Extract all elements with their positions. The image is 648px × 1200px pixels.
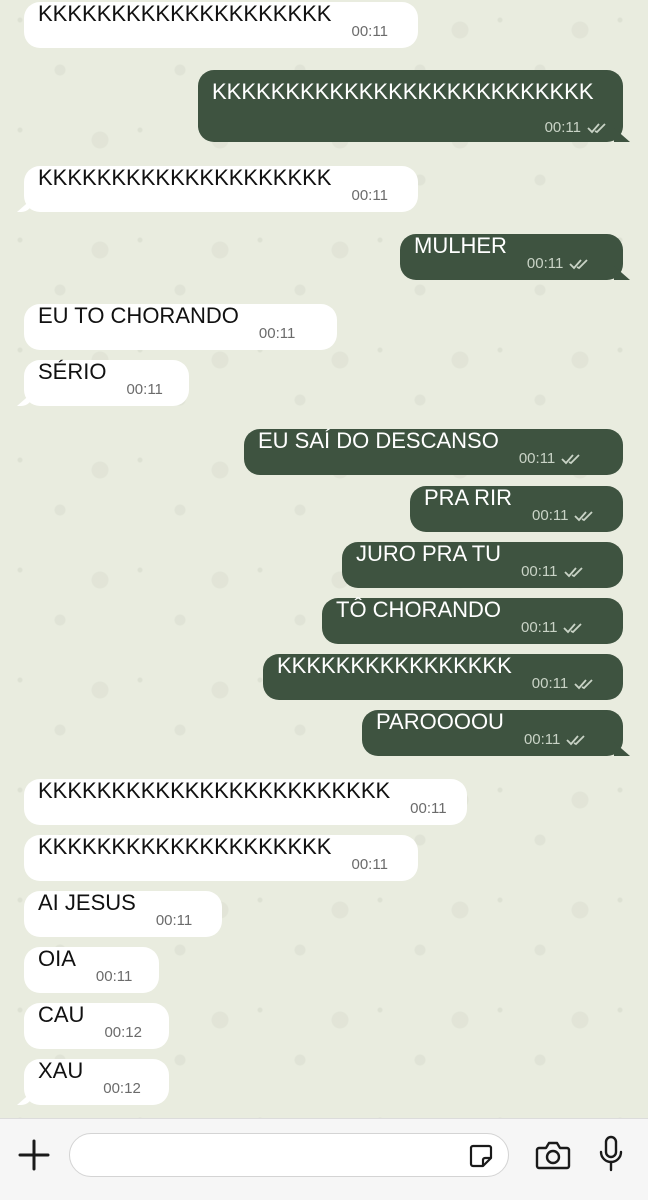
double-check-icon [563,622,583,633]
double-check-icon [574,678,593,689]
message-text: KKKKKKKKKKKKKKKKKKKK [38,834,332,859]
message-time: 00:11 [258,325,296,342]
message-time: 00:11 [532,507,569,524]
double-check-icon [566,734,586,745]
message-outgoing[interactable]: PRA RIR 00:11 [410,486,623,532]
message-outgoing[interactable]: EU SAÍ DO DESCANSO 00:11 [244,429,623,475]
message-text: CAU [38,1002,85,1027]
message-text: SÉRIO [38,359,107,384]
message-text: KKKKKKKKKKKKKKKKKKKKKKKK [38,778,391,803]
message-outgoing[interactable]: KKKKKKKKKKKKKKKK 00:11 [263,654,623,700]
message-text: JURO PRA TU [356,541,502,566]
message-outgoing[interactable]: JURO PRA TU 00:11 [342,542,623,588]
microphone-icon[interactable] [598,1135,624,1173]
message-incoming[interactable]: KKKKKKKKKKKKKKKKKKKK 00:11 [24,166,418,212]
message-time: 00:11 [155,912,193,929]
message-text: EU TO CHORANDO [38,303,239,328]
message-time: 00:12 [103,1080,141,1097]
message-time: 00:11 [518,450,556,467]
message-time: 00:12 [104,1024,142,1041]
message-incoming[interactable]: KKKKKKKKKKKKKKKKKKKK 00:11 [24,2,418,48]
message-text: KKKKKKKKKKKKKKKK [277,653,512,678]
message-incoming[interactable]: KKKKKKKKKKKKKKKKKKKKKKKK 00:11 [24,779,467,825]
message-time: 00:11 [521,563,558,580]
message-text: KKKKKKKKKKKKKKKKKKKK [38,1,332,26]
message-outgoing[interactable]: TÔ CHORANDO 00:11 [322,598,623,644]
message-outgoing[interactable]: KKKKKKKKKKKKKKKKKKKKKKKKKK 00:11 [198,70,623,142]
message-time: 00:11 [126,381,163,398]
message-text: KKKKKKKKKKKKKKKKKKKK [38,165,332,190]
composer-bar [0,1118,648,1200]
message-text: OIA [38,946,76,971]
message-time: 00:11 [544,119,581,136]
double-check-icon [569,258,588,269]
sticker-icon[interactable] [468,1143,494,1169]
camera-icon[interactable] [535,1139,571,1171]
message-time: 00:11 [351,23,388,40]
chat-area: KKKKKKKKKKKKKKKKKKKK 00:11 KKKKKKKKKKKKK… [0,0,648,1118]
message-text: PRA RIR [424,485,513,510]
message-input[interactable] [86,1134,460,1178]
message-time: 00:11 [351,187,388,204]
message-outgoing[interactable]: PAROOOOU 00:11 [362,710,623,756]
message-time: 00:11 [531,675,569,692]
message-incoming[interactable]: EU TO CHORANDO 00:11 [24,304,337,350]
plus-icon[interactable] [16,1137,52,1173]
double-check-icon [563,566,583,577]
message-incoming[interactable]: SÉRIO 00:11 [24,360,189,406]
message-time: 00:11 [95,968,133,985]
message-text: PAROOOOU [376,709,504,734]
message-incoming[interactable]: KKKKKKKKKKKKKKKKKKKK 00:11 [24,835,418,881]
message-text: MULHER [414,233,507,258]
double-check-icon [561,453,580,464]
message-time: 00:11 [351,856,388,873]
message-text: AI JESUS [38,890,136,915]
message-time: 00:11 [410,800,447,817]
message-text: KKKKKKKKKKKKKKKKKKKKKKKKKK [212,79,594,104]
message-text: EU SAÍ DO DESCANSO [258,428,499,453]
message-time: 00:11 [523,731,561,748]
double-check-icon [574,510,594,521]
message-text: TÔ CHORANDO [336,597,501,622]
message-text: XAU [38,1058,84,1083]
message-input-box[interactable] [69,1133,509,1178]
message-incoming[interactable]: XAU 00:12 [24,1059,169,1105]
message-incoming[interactable]: CAU 00:12 [24,1003,169,1049]
message-outgoing[interactable]: MULHER 00:11 [400,234,623,280]
message-incoming[interactable]: OIA 00:11 [24,947,159,993]
message-time: 00:11 [521,619,558,636]
double-check-icon [587,122,606,133]
message-incoming[interactable]: AI JESUS 00:11 [24,891,222,937]
message-time: 00:11 [526,255,564,272]
